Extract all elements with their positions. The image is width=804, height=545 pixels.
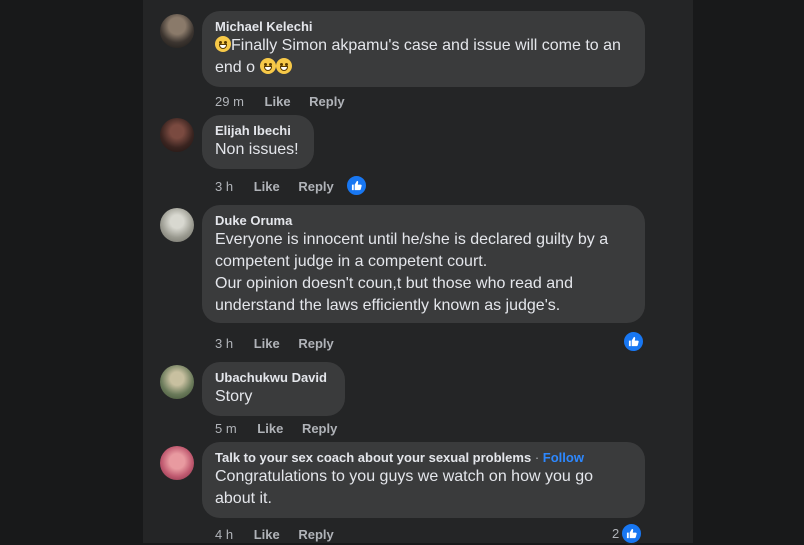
comment-author-line: Talk to your sex coach about your sexual… xyxy=(215,450,632,466)
reaction-count[interactable]: 2 xyxy=(612,526,619,541)
separator-dot: · xyxy=(534,450,540,465)
reply-button[interactable]: Reply xyxy=(298,336,333,351)
comment-bubble: Duke Oruma Everyone is innocent until he… xyxy=(202,205,645,323)
like-button[interactable]: Like xyxy=(254,336,280,351)
comment-time[interactable]: 29 m xyxy=(215,94,244,109)
comment-author[interactable]: Michael Kelechi xyxy=(215,19,632,35)
avatar[interactable] xyxy=(160,208,194,242)
comment-bubble: Talk to your sex coach about your sexual… xyxy=(202,442,645,518)
reply-button[interactable]: Reply xyxy=(302,421,337,436)
like-button[interactable]: Like xyxy=(254,179,280,194)
comment-text-line: understand the laws efficiently known as… xyxy=(215,297,561,314)
like-button[interactable]: Like xyxy=(254,527,280,542)
comment-actions: 3 h Like Reply xyxy=(215,336,334,351)
comment-time[interactable]: 5 m xyxy=(215,421,237,436)
comment-bubble: Michael Kelechi Finally Simon akpamu's c… xyxy=(202,11,645,87)
comment-author[interactable]: Duke Oruma xyxy=(215,213,632,229)
avatar[interactable] xyxy=(160,14,194,48)
comment-author[interactable]: Ubachukwu David xyxy=(215,370,332,386)
like-reaction-icon[interactable] xyxy=(622,330,645,353)
comment-actions: 29 m Like Reply xyxy=(215,94,345,109)
comment-text: Finally Simon akpamu's case and issue wi… xyxy=(215,36,621,76)
comment-text: Non issues! xyxy=(215,141,299,158)
comment-time[interactable]: 3 h xyxy=(215,179,233,194)
comment-text-line: about it. xyxy=(215,490,272,507)
comment-author[interactable]: Talk to your sex coach about your sexual… xyxy=(215,450,531,465)
comment-text-line: Our opinion doesn't coun,t but those who… xyxy=(215,275,573,292)
comments-panel: Michael Kelechi Finally Simon akpamu's c… xyxy=(143,0,693,545)
like-button[interactable]: Like xyxy=(257,421,283,436)
comment-actions: 3 h Like Reply xyxy=(215,179,334,194)
avatar[interactable] xyxy=(160,118,194,152)
comment-bubble: Ubachukwu David Story xyxy=(202,362,345,416)
comment-bubble: Elijah Ibechi Non issues! xyxy=(202,115,314,169)
avatar[interactable] xyxy=(160,365,194,399)
comment-time[interactable]: 4 h xyxy=(215,527,233,542)
reply-button[interactable]: Reply xyxy=(298,179,333,194)
flushed-face-emoji xyxy=(215,36,231,52)
reply-button[interactable]: Reply xyxy=(298,527,333,542)
comment-time[interactable]: 3 h xyxy=(215,336,233,351)
comment-actions: 4 h Like Reply xyxy=(215,527,334,542)
comment-text-line: competent judge in a competent court. xyxy=(215,253,488,270)
grinning-face-emoji xyxy=(259,58,276,74)
like-reaction-icon[interactable] xyxy=(345,174,368,197)
like-reaction-icon[interactable] xyxy=(620,522,643,545)
like-button[interactable]: Like xyxy=(265,94,291,109)
avatar[interactable] xyxy=(160,446,194,480)
comment-text-line: Congratulations to you guys we watch on … xyxy=(215,468,594,485)
follow-button[interactable]: Follow xyxy=(543,450,584,465)
grinning-face-emoji xyxy=(275,58,292,74)
comment-text: Story xyxy=(215,388,253,405)
comment-text-line: Everyone is innocent until he/she is dec… xyxy=(215,231,609,248)
reply-button[interactable]: Reply xyxy=(309,94,344,109)
comment-actions: 5 m Like Reply xyxy=(215,421,337,436)
comment-author[interactable]: Elijah Ibechi xyxy=(215,123,301,139)
